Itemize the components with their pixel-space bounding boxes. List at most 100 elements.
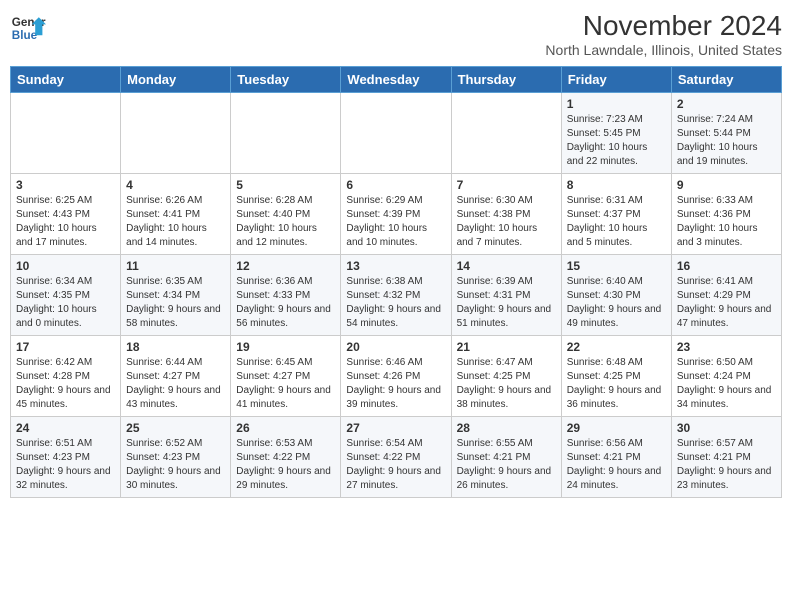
day-info: Sunrise: 6:29 AM Sunset: 4:39 PM Dayligh… xyxy=(346,194,445,250)
day-info: Sunrise: 7:24 AM Sunset: 5:44 PM Dayligh… xyxy=(677,113,776,169)
calendar-cell: 11 Sunrise: 6:35 AM Sunset: 4:34 PM Dayli… xyxy=(121,255,231,336)
calendar-cell: 27 Sunrise: 6:54 AM Sunset: 4:22 PM Dayli… xyxy=(341,417,451,498)
day-info: Sunrise: 6:28 AM Sunset: 4:40 PM Dayligh… xyxy=(236,194,335,250)
day-header-sunday: Sunday xyxy=(11,67,121,93)
day-info: Sunrise: 6:30 AM Sunset: 4:38 PM Dayligh… xyxy=(457,194,556,250)
calendar-cell xyxy=(11,93,121,174)
day-header-monday: Monday xyxy=(121,67,231,93)
day-info: Sunrise: 6:57 AM Sunset: 4:21 PM Dayligh… xyxy=(677,437,776,493)
day-number: 22 xyxy=(567,340,666,354)
calendar-week-row: 17Sunrise: 6:42 AM Sunset: 4:28 PM Dayli… xyxy=(11,336,782,417)
day-number: 25 xyxy=(126,421,225,435)
title-section: November 2024 North Lawndale, Illinois, … xyxy=(545,10,782,58)
day-number: 7 xyxy=(457,178,556,192)
day-info: Sunrise: 6:38 AM Sunset: 4:32 PM Dayligh… xyxy=(346,275,445,331)
calendar-cell: 23Sunrise: 6:50 AM Sunset: 4:24 PM Dayli… xyxy=(671,336,781,417)
calendar-cell xyxy=(231,93,341,174)
calendar-cell: 22 Sunrise: 6:48 AM Sunset: 4:25 PM Dayli… xyxy=(561,336,671,417)
svg-text:Blue: Blue xyxy=(12,29,38,42)
day-number: 27 xyxy=(346,421,445,435)
day-info: Sunrise: 6:45 AM Sunset: 4:27 PM Dayligh… xyxy=(236,356,335,412)
location-subtitle: North Lawndale, Illinois, United States xyxy=(545,42,782,58)
day-info: Sunrise: 6:56 AM Sunset: 4:21 PM Dayligh… xyxy=(567,437,666,493)
day-number: 12 xyxy=(236,259,335,273)
day-info: Sunrise: 6:25 AM Sunset: 4:43 PM Dayligh… xyxy=(16,194,115,250)
day-info: Sunrise: 6:54 AM Sunset: 4:22 PM Dayligh… xyxy=(346,437,445,493)
day-info: Sunrise: 6:44 AM Sunset: 4:27 PM Dayligh… xyxy=(126,356,225,412)
day-info: Sunrise: 6:33 AM Sunset: 4:36 PM Dayligh… xyxy=(677,194,776,250)
day-number: 8 xyxy=(567,178,666,192)
day-number: 21 xyxy=(457,340,556,354)
day-info: Sunrise: 6:46 AM Sunset: 4:26 PM Dayligh… xyxy=(346,356,445,412)
day-info: Sunrise: 6:51 AM Sunset: 4:23 PM Dayligh… xyxy=(16,437,115,493)
day-info: Sunrise: 6:36 AM Sunset: 4:33 PM Dayligh… xyxy=(236,275,335,331)
day-info: Sunrise: 6:41 AM Sunset: 4:29 PM Dayligh… xyxy=(677,275,776,331)
calendar-week-row: 24 Sunrise: 6:51 AM Sunset: 4:23 PM Dayli… xyxy=(11,417,782,498)
calendar-cell: 2 Sunrise: 7:24 AM Sunset: 5:44 PM Daylig… xyxy=(671,93,781,174)
day-info: Sunrise: 6:31 AM Sunset: 4:37 PM Dayligh… xyxy=(567,194,666,250)
day-header-friday: Friday xyxy=(561,67,671,93)
day-number: 16 xyxy=(677,259,776,273)
day-number: 1 xyxy=(567,97,666,111)
day-number: 15 xyxy=(567,259,666,273)
calendar-cell: 12 Sunrise: 6:36 AM Sunset: 4:33 PM Dayli… xyxy=(231,255,341,336)
day-number: 13 xyxy=(346,259,445,273)
calendar-cell: 16 Sunrise: 6:41 AM Sunset: 4:29 PM Dayli… xyxy=(671,255,781,336)
day-number: 14 xyxy=(457,259,556,273)
day-number: 6 xyxy=(346,178,445,192)
calendar-week-row: 10Sunrise: 6:34 AM Sunset: 4:35 PM Dayli… xyxy=(11,255,782,336)
day-info: Sunrise: 6:34 AM Sunset: 4:35 PM Dayligh… xyxy=(16,275,115,331)
day-number: 4 xyxy=(126,178,225,192)
day-number: 5 xyxy=(236,178,335,192)
calendar-cell: 6 Sunrise: 6:29 AM Sunset: 4:39 PM Daylig… xyxy=(341,174,451,255)
calendar-cell: 24 Sunrise: 6:51 AM Sunset: 4:23 PM Dayli… xyxy=(11,417,121,498)
day-number: 28 xyxy=(457,421,556,435)
calendar-cell: 30 Sunrise: 6:57 AM Sunset: 4:21 PM Dayli… xyxy=(671,417,781,498)
day-number: 24 xyxy=(16,421,115,435)
day-info: Sunrise: 6:48 AM Sunset: 4:25 PM Dayligh… xyxy=(567,356,666,412)
calendar-cell: 29 Sunrise: 6:56 AM Sunset: 4:21 PM Dayli… xyxy=(561,417,671,498)
day-number: 9 xyxy=(677,178,776,192)
day-header-wednesday: Wednesday xyxy=(341,67,451,93)
calendar-cell: 10Sunrise: 6:34 AM Sunset: 4:35 PM Dayli… xyxy=(11,255,121,336)
day-info: Sunrise: 6:26 AM Sunset: 4:41 PM Dayligh… xyxy=(126,194,225,250)
calendar-header-row: SundayMondayTuesdayWednesdayThursdayFrid… xyxy=(11,67,782,93)
day-number: 18 xyxy=(126,340,225,354)
page-header: General Blue November 2024 North Lawndal… xyxy=(10,10,782,58)
calendar-cell: 26 Sunrise: 6:53 AM Sunset: 4:22 PM Dayli… xyxy=(231,417,341,498)
day-info: Sunrise: 6:55 AM Sunset: 4:21 PM Dayligh… xyxy=(457,437,556,493)
day-number: 20 xyxy=(346,340,445,354)
calendar-cell: 15 Sunrise: 6:40 AM Sunset: 4:30 PM Dayli… xyxy=(561,255,671,336)
day-number: 26 xyxy=(236,421,335,435)
day-number: 29 xyxy=(567,421,666,435)
day-info: Sunrise: 6:53 AM Sunset: 4:22 PM Dayligh… xyxy=(236,437,335,493)
logo-icon: General Blue xyxy=(10,10,46,46)
day-info: Sunrise: 6:35 AM Sunset: 4:34 PM Dayligh… xyxy=(126,275,225,331)
calendar-cell: 18 Sunrise: 6:44 AM Sunset: 4:27 PM Dayli… xyxy=(121,336,231,417)
day-header-tuesday: Tuesday xyxy=(231,67,341,93)
day-info: Sunrise: 6:42 AM Sunset: 4:28 PM Dayligh… xyxy=(16,356,115,412)
day-number: 3 xyxy=(16,178,115,192)
calendar-cell: 17Sunrise: 6:42 AM Sunset: 4:28 PM Dayli… xyxy=(11,336,121,417)
calendar-cell: 9 Sunrise: 6:33 AM Sunset: 4:36 PM Daylig… xyxy=(671,174,781,255)
calendar-cell: 25 Sunrise: 6:52 AM Sunset: 4:23 PM Dayli… xyxy=(121,417,231,498)
calendar-cell xyxy=(121,93,231,174)
calendar-cell: 19 Sunrise: 6:45 AM Sunset: 4:27 PM Dayli… xyxy=(231,336,341,417)
day-info: Sunrise: 6:47 AM Sunset: 4:25 PM Dayligh… xyxy=(457,356,556,412)
day-number: 30 xyxy=(677,421,776,435)
day-info: Sunrise: 6:50 AM Sunset: 4:24 PM Dayligh… xyxy=(677,356,776,412)
calendar-week-row: 3 Sunrise: 6:25 AM Sunset: 4:43 PM Daylig… xyxy=(11,174,782,255)
day-number: 19 xyxy=(236,340,335,354)
day-header-thursday: Thursday xyxy=(451,67,561,93)
calendar-cell: 7 Sunrise: 6:30 AM Sunset: 4:38 PM Daylig… xyxy=(451,174,561,255)
day-number: 2 xyxy=(677,97,776,111)
day-info: Sunrise: 6:40 AM Sunset: 4:30 PM Dayligh… xyxy=(567,275,666,331)
day-number: 11 xyxy=(126,259,225,273)
calendar-cell: 1 Sunrise: 7:23 AM Sunset: 5:45 PM Daylig… xyxy=(561,93,671,174)
day-info: Sunrise: 7:23 AM Sunset: 5:45 PM Dayligh… xyxy=(567,113,666,169)
day-info: Sunrise: 6:52 AM Sunset: 4:23 PM Dayligh… xyxy=(126,437,225,493)
calendar-cell: 4 Sunrise: 6:26 AM Sunset: 4:41 PM Daylig… xyxy=(121,174,231,255)
calendar-cell: 20 Sunrise: 6:46 AM Sunset: 4:26 PM Dayli… xyxy=(341,336,451,417)
calendar-cell: 5 Sunrise: 6:28 AM Sunset: 4:40 PM Daylig… xyxy=(231,174,341,255)
calendar-cell xyxy=(451,93,561,174)
